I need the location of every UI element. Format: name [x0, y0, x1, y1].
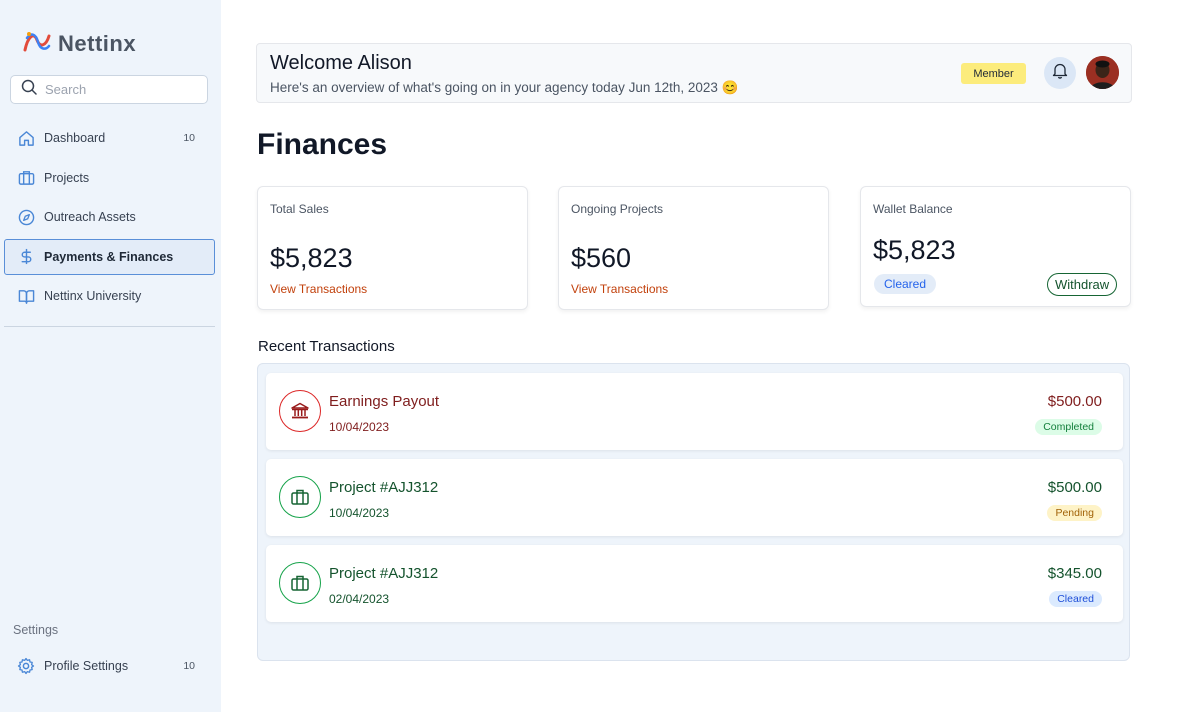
sidebar: Nettinx Dashboard 10 Projects Outreach A… [0, 0, 221, 712]
list-item[interactable]: Project #AJJ312 10/04/2023 $500.00 Pendi… [266, 459, 1123, 536]
status-badge: Cleared [1049, 591, 1102, 607]
settings-section-label: Settings [13, 623, 59, 637]
sidebar-item-label: Profile Settings [44, 659, 129, 673]
briefcase-icon [279, 562, 321, 604]
card-label: Wallet Balance [873, 202, 953, 216]
brand-logo[interactable]: Nettinx [22, 28, 136, 59]
card-value: $5,823 [873, 235, 956, 265]
welcome-title: Welcome Alison [270, 52, 412, 74]
sidebar-item-label: Dashboard [44, 131, 106, 145]
nettinx-logo-icon [22, 28, 52, 59]
card-label: Ongoing Projects [571, 202, 664, 216]
avatar[interactable] [1086, 56, 1119, 89]
transaction-amount: $345.00 [1047, 565, 1102, 582]
sidebar-item-label: Payments & Finances [44, 249, 174, 264]
sidebar-item-count: 10 [183, 660, 195, 672]
status-badge: Pending [1047, 505, 1102, 521]
total-sales-card: Total Sales $5,823 View Transactions [257, 186, 528, 310]
transaction-date: 10/04/2023 [329, 420, 390, 434]
wallet-status-badge: Cleared [874, 274, 937, 294]
card-label: Total Sales [270, 202, 329, 216]
bell-icon [1052, 62, 1068, 84]
sidebar-item-label: Projects [44, 170, 90, 185]
withdraw-button[interactable]: Withdraw [1047, 273, 1118, 296]
sidebar-item-outreach-assets[interactable]: Outreach Assets [4, 199, 215, 235]
card-value: $5,823 [270, 243, 353, 273]
member-badge: Member [961, 63, 1026, 84]
dollar-icon [17, 248, 35, 266]
search-icon [21, 79, 37, 100]
transaction-title: Earnings Payout [329, 393, 440, 410]
list-item[interactable]: Earnings Payout 10/04/2023 $500.00 Compl… [266, 373, 1123, 450]
briefcase-icon [17, 169, 35, 187]
sidebar-item-nettinx-university[interactable]: Nettinx University [4, 278, 215, 314]
home-icon [17, 129, 35, 147]
card-value: $560 [571, 243, 632, 273]
notifications-button[interactable] [1044, 57, 1076, 89]
sidebar-nav: Dashboard 10 Projects Outreach Assets Pa… [4, 120, 215, 318]
book-icon [17, 287, 35, 305]
transaction-amount: $500.00 [1047, 479, 1102, 496]
sidebar-item-payments-finances[interactable]: Payments & Finances [4, 238, 215, 275]
gear-icon [17, 657, 35, 675]
sidebar-item-count: 10 [183, 132, 195, 144]
sidebar-item-dashboard[interactable]: Dashboard 10 [4, 120, 215, 156]
transaction-title: Project #AJJ312 [329, 565, 439, 582]
transactions-list: Earnings Payout 10/04/2023 $500.00 Compl… [257, 363, 1130, 661]
sidebar-item-projects[interactable]: Projects [4, 160, 215, 196]
status-badge: Completed [1035, 419, 1102, 435]
compass-icon [17, 208, 35, 226]
view-transactions-link[interactable]: View Transactions [571, 282, 668, 296]
page-title: Finances [257, 128, 388, 161]
briefcase-icon [279, 476, 321, 518]
wallet-balance-card: Wallet Balance $5,823 Cleared Withdraw [860, 186, 1131, 307]
transaction-date: 02/04/2023 [329, 592, 390, 606]
sidebar-divider [4, 326, 215, 327]
search-box[interactable] [10, 75, 208, 104]
sidebar-item-label: Nettinx University [44, 289, 142, 303]
list-item[interactable]: Project #AJJ312 02/04/2023 $345.00 Clear… [266, 545, 1123, 622]
view-transactions-link[interactable]: View Transactions [270, 282, 367, 296]
bank-icon [279, 390, 321, 432]
welcome-header: Welcome Alison Here's an overview of wha… [256, 43, 1132, 103]
sidebar-item-profile-settings[interactable]: Profile Settings 10 [4, 648, 215, 684]
transaction-date: 10/04/2023 [329, 506, 390, 520]
search-input[interactable] [45, 82, 195, 97]
transaction-title: Project #AJJ312 [329, 479, 439, 496]
overview-text: Here's an overview of what's going on in… [270, 80, 739, 95]
recent-transactions-title: Recent Transactions [258, 338, 395, 355]
brand-name: Nettinx [58, 30, 137, 56]
ongoing-projects-card: Ongoing Projects $560 View Transactions [558, 186, 829, 310]
transaction-amount: $500.00 [1047, 393, 1102, 410]
sidebar-item-label: Outreach Assets [44, 210, 136, 224]
